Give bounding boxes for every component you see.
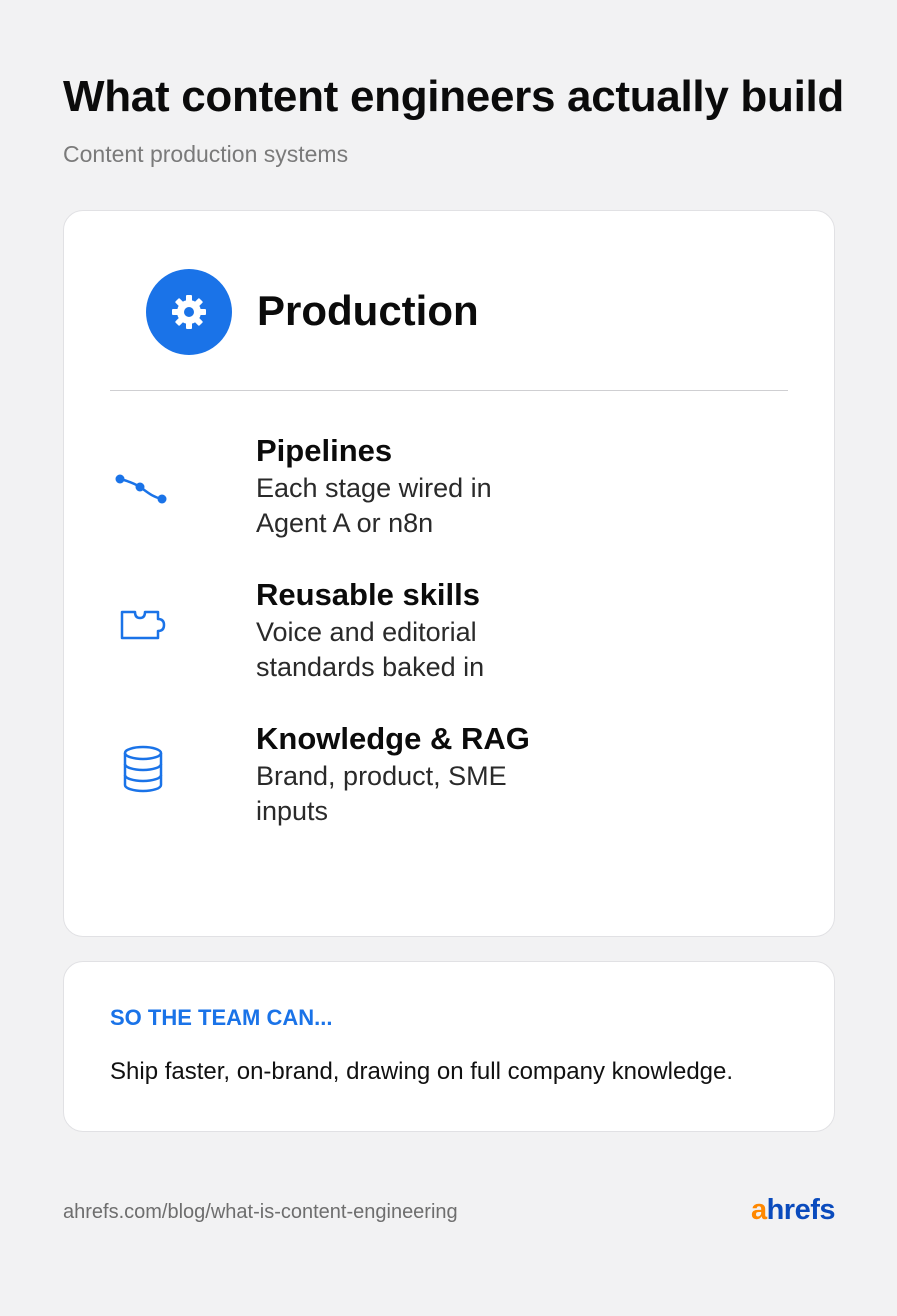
item-title: Knowledge & RAG: [256, 721, 530, 756]
item-description-line: inputs: [256, 796, 329, 826]
page-subtitle: Content production systems: [63, 141, 349, 167]
item-title: Reusable skills: [256, 577, 481, 612]
list-item-pipelines: Pipelines Each stage wired in Agent A or…: [110, 429, 790, 549]
item-description: Brand, product, SME inputs: [256, 759, 556, 829]
item-description-line: Brand, product, SME: [256, 761, 507, 791]
logo-rest: hrefs: [766, 1194, 836, 1226]
item-description-line: Agent A or n8n: [256, 508, 434, 538]
production-card: Production Pipelines Each stage wired in…: [63, 210, 835, 937]
footer-url: ahrefs.com/blog/what-is-content-engineer…: [63, 1201, 458, 1223]
ahrefs-logo: ahrefs: [750, 1194, 836, 1227]
gear-icon: [146, 269, 232, 355]
puzzle-piece-icon: [110, 593, 174, 657]
item-title: Pipelines: [256, 433, 393, 468]
pipeline-icon: [110, 449, 174, 513]
item-description-line: Each stage wired in: [256, 473, 492, 503]
list-item-reusable-skills: Reusable skills Voice and editorial stan…: [110, 573, 790, 693]
item-description-line: standards baked in: [256, 652, 485, 682]
page-title: What content engineers actually build: [63, 72, 845, 121]
summary-card: SO THE TEAM CAN... Ship faster, on-brand…: [63, 961, 835, 1132]
section-header: Production: [146, 269, 746, 357]
logo-letter-a: a: [750, 1194, 767, 1226]
list-item-knowledge-rag: Knowledge & RAG Brand, product, SME inpu…: [110, 717, 790, 837]
summary-label: SO THE TEAM CAN...: [110, 1005, 333, 1030]
item-description: Voice and editorial standards baked in: [256, 615, 556, 685]
item-description-line: Voice and editorial: [256, 617, 477, 647]
section-title: Production: [257, 287, 479, 334]
divider: [110, 390, 788, 391]
database-icon: [110, 737, 174, 801]
summary-text: Ship faster, on-brand, drawing on full c…: [110, 1058, 734, 1085]
item-description: Each stage wired in Agent A or n8n: [256, 471, 556, 541]
